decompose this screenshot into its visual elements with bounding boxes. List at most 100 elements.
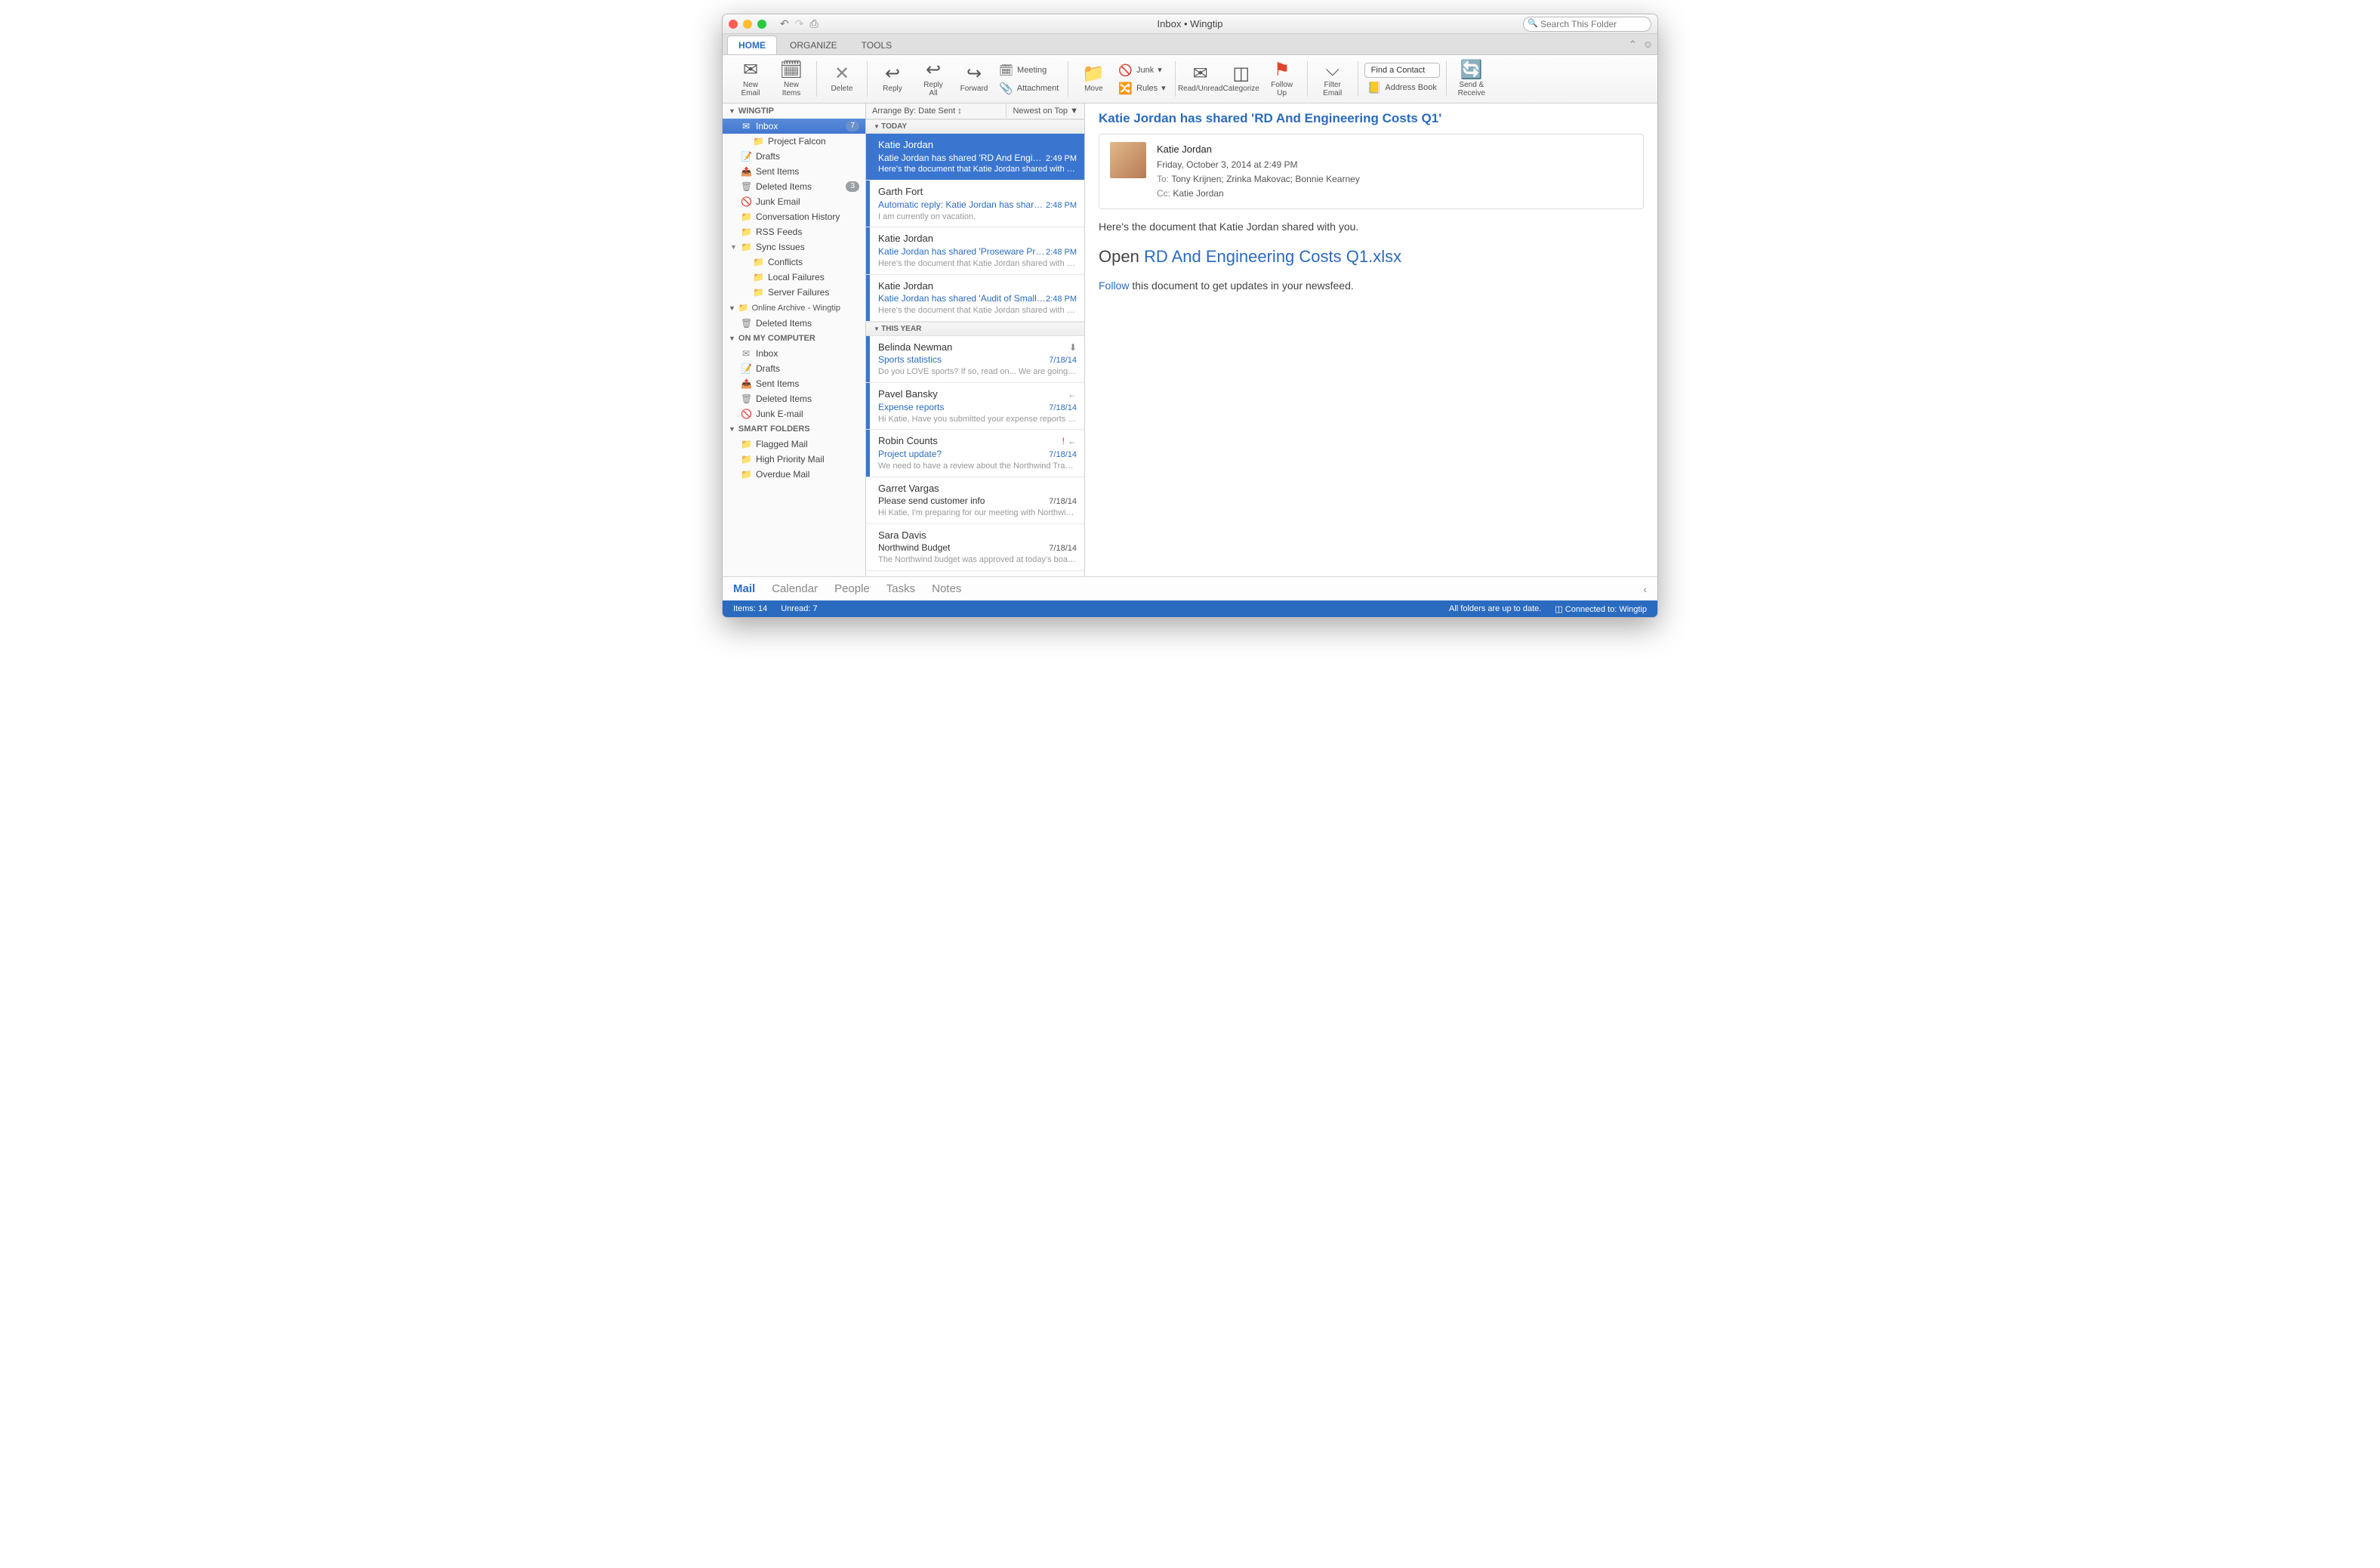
find-contact-input[interactable]: Find a Contact [1364,63,1440,78]
undo-icon[interactable]: ↶ [780,17,789,30]
tab-home[interactable]: HOME [727,35,777,54]
status-unread-count: Unread: 7 [781,604,817,613]
message-item[interactable]: Katie JordanKatie Jordan has shared 'Pro… [866,227,1084,274]
window-title: Inbox • Wingtip [723,18,1657,29]
message-item[interactable]: Garret VargasPlease send customer info7/… [866,477,1084,524]
app-window: ↶ ↷ ⎙ Inbox • Wingtip HOME ORGANIZE TOOL… [722,14,1658,618]
sidebar-item[interactable]: 📁High Priority Mail [723,452,865,467]
nav-tasks[interactable]: Tasks [886,582,915,595]
unread-badge: 3 [846,181,859,192]
tab-tools[interactable]: TOOLS [850,35,903,54]
arrange-by-button[interactable]: Arrange By: Date Sent ↕ [866,103,1007,119]
sidebar-item[interactable]: ✉Inbox [723,346,865,361]
nav-more-icon[interactable]: ‹ [1643,583,1647,595]
search-box[interactable] [1523,17,1651,32]
message-item[interactable]: Sara DavisNorthwind Budget7/18/14The Nor… [866,524,1084,571]
send-receive-button[interactable]: 🔄Send & Receive [1453,57,1491,101]
move-button[interactable]: 📁Move [1074,57,1112,101]
sidebar-item[interactable]: 📁Project Falcon [723,134,865,149]
message-item[interactable]: Junmin HaoMeeting update7/17/14We have t… [866,571,1084,576]
titlebar: ↶ ↷ ⎙ Inbox • Wingtip [723,14,1657,34]
main-area: ▼WINGTIP✉Inbox7📁Project Falcon📝Drafts📤Se… [723,103,1657,576]
sidebar-item[interactable]: ✉Inbox7 [723,119,865,134]
zoom-window-button[interactable] [757,20,766,29]
sort-order-button[interactable]: Newest on Top ▼ [1007,103,1084,119]
message-item[interactable]: Katie JordanKatie Jordan has shared 'RD … [866,134,1084,181]
sidebar-group-header[interactable]: ▼ON MY COMPUTER [723,331,865,346]
nav-calendar[interactable]: Calendar [772,582,818,595]
sidebar-group-header[interactable]: ▼WINGTIP [723,103,865,119]
redo-icon[interactable]: ↷ [795,17,804,30]
ribbon-tabs: HOME ORGANIZE TOOLS ⌃ ☺ [723,34,1657,55]
sidebar-item[interactable]: ▼📁Online Archive - Wingtip [723,300,865,316]
new-items-button[interactable]: 🗓New Items [772,57,810,101]
reply-all-button[interactable]: ↩Reply All [914,57,952,101]
sidebar-item[interactable]: 📤Sent Items [723,376,865,391]
follow-link[interactable]: Follow [1099,279,1129,292]
nav-mail[interactable]: Mail [733,582,755,595]
minimize-window-button[interactable] [743,20,752,29]
close-window-button[interactable] [729,20,738,29]
message-item[interactable]: Katie JordanKatie Jordan has shared 'Aud… [866,275,1084,322]
sidebar-item[interactable]: 📝Drafts [723,361,865,376]
address-book-button[interactable]: 📒Address Book [1364,79,1440,96]
folder-icon: 🗑 [741,318,751,329]
reply-button[interactable]: ↩Reply [874,57,911,101]
reply-all-icon: ↩ [926,61,941,79]
smiley-icon[interactable]: ☺ [1643,39,1653,51]
sidebar-group-header[interactable]: ▼SMART FOLDERS [723,421,865,437]
message-item[interactable]: Robin Counts!←Project update?7/18/14We n… [866,430,1084,477]
sidebar-item[interactable]: 🗑Deleted Items3 [723,179,865,194]
message-group-header[interactable]: TODAY [866,119,1084,134]
nav-people[interactable]: People [834,582,870,595]
message-item[interactable]: Garth FortAutomatic reply: Katie Jordan … [866,181,1084,227]
folder-icon: 📁 [741,454,751,465]
folder-icon: 📁 [741,439,751,449]
message-list[interactable]: TODAYKatie JordanKatie Jordan has shared… [866,119,1084,576]
sidebar-item[interactable]: 📤Sent Items [723,164,865,179]
message-group-header[interactable]: THIS YEAR [866,322,1084,336]
filter-email-button[interactable]: ⌵Filter Email [1314,57,1352,101]
sidebar-item[interactable]: 📁RSS Feeds [723,224,865,239]
sidebar-item[interactable]: 📁Overdue Mail [723,467,865,482]
forward-button[interactable]: ↪Forward [955,57,993,101]
categorize-button[interactable]: ◫Categorize [1222,57,1260,101]
reply-icon: ↩ [885,65,900,83]
sidebar-item[interactable]: 📁Local Failures [723,270,865,285]
folder-icon: 📁 [741,242,751,252]
message-item[interactable]: Pavel Bansky←Expense reports7/18/14Hi Ka… [866,383,1084,430]
sidebar-item[interactable]: 📁Conversation History [723,209,865,224]
sidebar-item[interactable]: 📁Server Failures [723,285,865,300]
collapse-ribbon-icon[interactable]: ⌃ [1629,39,1637,51]
body-line-1: Here's the document that Katie Jordan sh… [1099,218,1644,235]
delete-button[interactable]: ✕Delete [823,57,861,101]
attachment-button[interactable]: 📎Attachment [996,80,1062,97]
sidebar-item[interactable]: 📁Conflicts [723,255,865,270]
print-icon[interactable]: ⎙ [809,17,818,30]
message-header: Katie Jordan Friday, October 3, 2014 at … [1099,134,1644,209]
meeting-button[interactable]: 🗓Meeting [996,62,1062,79]
read-unread-button[interactable]: ✉Read/Unread [1182,57,1219,101]
sidebar-item[interactable]: 📝Drafts [723,149,865,164]
sidebar-item[interactable]: 🗑Deleted Items [723,316,865,331]
message-item[interactable]: Belinda Newman⬇Sports statistics7/18/14D… [866,336,1084,383]
new-email-button[interactable]: ✉New Email [732,57,769,101]
folder-icon: 📁 [753,272,763,282]
rules-button[interactable]: 🔀Rules ▾ [1115,80,1168,97]
folder-icon: 📁 [753,136,763,147]
follow-up-button[interactable]: ⚑Follow Up [1263,57,1301,101]
sidebar-item[interactable]: 🗑Deleted Items [723,391,865,406]
filter-icon: ⌵ [1326,61,1340,79]
ribbon: ✉New Email 🗓New Items ✕Delete ↩Reply ↩Re… [723,55,1657,103]
nav-notes[interactable]: Notes [932,582,961,595]
folder-sidebar[interactable]: ▼WINGTIP✉Inbox7📁Project Falcon📝Drafts📤Se… [723,103,866,576]
sidebar-item[interactable]: 🚫Junk Email [723,194,865,209]
tab-organize[interactable]: ORGANIZE [778,35,849,54]
search-input[interactable] [1523,17,1651,32]
sidebar-item[interactable]: 📁Flagged Mail [723,437,865,452]
junk-icon: 🚫 [1118,63,1133,77]
open-document-link[interactable]: RD And Engineering Costs Q1.xlsx [1144,247,1401,266]
sidebar-item[interactable]: 🚫Junk E-mail [723,406,865,421]
sidebar-item[interactable]: ▼📁Sync Issues [723,239,865,255]
junk-button[interactable]: 🚫Junk ▾ [1115,62,1168,79]
